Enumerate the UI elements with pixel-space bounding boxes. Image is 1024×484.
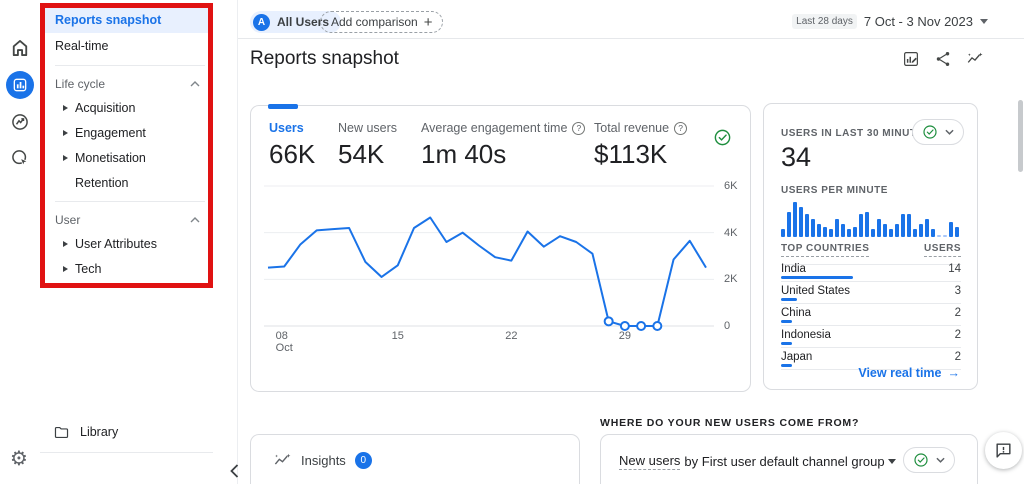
advertising-nav-icon[interactable] bbox=[0, 148, 40, 168]
expand-triangle-icon bbox=[63, 129, 68, 136]
realtime-status-pill[interactable] bbox=[912, 119, 964, 145]
table-row: Indonesia 2 bbox=[781, 326, 961, 348]
kpi-users[interactable]: Users 66K bbox=[269, 121, 315, 170]
table-row: India 14 bbox=[781, 260, 961, 282]
caret-down-icon bbox=[945, 129, 954, 135]
realtime-card: USERS IN LAST 30 MINUTES 34 USERS PER MI… bbox=[763, 103, 978, 390]
table-row: United States 3 bbox=[781, 282, 961, 304]
expand-triangle-icon bbox=[63, 154, 68, 161]
insights-label: Insights bbox=[301, 453, 346, 468]
users-over-time-chart[interactable]: 6K 4K 2K 0 08 Oct 15 22 29 bbox=[264, 180, 751, 362]
header-divider bbox=[237, 38, 1024, 39]
country-value-bar bbox=[781, 276, 853, 279]
plus-icon: + bbox=[423, 13, 433, 31]
new-users-section-heading: WHERE DO YOUR NEW USERS COME FROM? bbox=[600, 417, 860, 429]
insights-icon[interactable] bbox=[966, 50, 984, 68]
share-icon[interactable] bbox=[934, 50, 952, 68]
chevron-up-icon bbox=[190, 81, 200, 87]
caret-down-icon bbox=[980, 19, 988, 24]
sidebar-item-library[interactable]: Library bbox=[40, 420, 225, 444]
users-last-30-min-value: 34 bbox=[781, 142, 812, 172]
sidebar-item-user-attributes[interactable]: User Attributes bbox=[40, 231, 212, 256]
reports-nav-icon[interactable] bbox=[6, 71, 34, 99]
sidebar-divider bbox=[55, 65, 205, 66]
app-icon-rail: ⚙ bbox=[0, 0, 40, 484]
feedback-button[interactable] bbox=[985, 432, 1022, 469]
sidebar-section-user[interactable]: User bbox=[40, 208, 212, 231]
new-users-status-pill[interactable] bbox=[903, 447, 955, 473]
new-users-card: New users by First user default channel … bbox=[600, 434, 978, 484]
admin-gear-icon[interactable]: ⚙ bbox=[10, 449, 28, 469]
realtime-title: USERS IN LAST 30 MINUTES bbox=[781, 128, 931, 139]
sidebar-divider bbox=[40, 452, 213, 453]
insights-count-badge[interactable]: 0 bbox=[354, 452, 372, 469]
add-comparison-button[interactable]: Add comparison + bbox=[320, 11, 444, 33]
report-nav-sidebar: Reports snapshot Real-time Life cycle Ac… bbox=[40, 0, 239, 484]
country-value-bar bbox=[781, 364, 792, 367]
country-value-bar bbox=[781, 342, 792, 345]
sidebar-item-real-time[interactable]: Real-time bbox=[40, 33, 212, 59]
country-value-bar bbox=[781, 320, 792, 323]
date-preset-chip: Last 28 days bbox=[792, 14, 857, 29]
sidebar-item-label: Reports snapshot bbox=[55, 13, 162, 27]
explore-nav-icon[interactable] bbox=[0, 112, 40, 132]
active-metric-indicator bbox=[268, 104, 298, 109]
users-per-minute-label: USERS PER MINUTE bbox=[781, 185, 888, 196]
kpi-total-revenue[interactable]: Total revenue? $113K bbox=[594, 121, 688, 170]
audience-avatar: A bbox=[253, 13, 270, 31]
top-countries-table: India 14 United States 3 China 2 Indones… bbox=[781, 260, 961, 370]
home-icon[interactable] bbox=[0, 38, 40, 58]
sidebar-item-engagement[interactable]: Engagement bbox=[40, 120, 212, 145]
help-icon[interactable]: ? bbox=[674, 121, 688, 135]
chevron-up-icon bbox=[190, 217, 200, 223]
folder-icon bbox=[54, 426, 69, 438]
page-title: Reports snapshot bbox=[250, 48, 399, 69]
sidebar-item-acquisition[interactable]: Acquisition bbox=[40, 95, 212, 120]
collapse-sidebar-icon[interactable] bbox=[230, 464, 239, 478]
check-circle-icon bbox=[914, 453, 928, 467]
users-per-minute-bars[interactable] bbox=[781, 200, 961, 237]
sidebar-divider bbox=[55, 201, 205, 202]
dimension-dropdown[interactable]: New users by First user default channel … bbox=[619, 453, 896, 470]
insights-card: Insights 0 bbox=[250, 434, 580, 484]
sidebar-item-reports-snapshot[interactable]: Reports snapshot bbox=[40, 7, 212, 33]
ga4-reports-snapshot-screen: ⚙ Reports snapshot Real-time Life cycle … bbox=[0, 0, 1024, 484]
sidebar-item-monetisation[interactable]: Monetisation bbox=[40, 145, 212, 170]
sidebar-item-label: Real-time bbox=[55, 39, 109, 53]
kpi-new-users[interactable]: New users 54K bbox=[338, 121, 397, 170]
check-circle-icon bbox=[923, 125, 937, 139]
snapshot-overview-card: Users 66K New users 54K Average engageme… bbox=[250, 105, 751, 392]
sidebar-item-tech[interactable]: Tech bbox=[40, 256, 212, 281]
expand-triangle-icon bbox=[63, 240, 68, 247]
help-icon[interactable]: ? bbox=[572, 121, 586, 135]
data-quality-check-icon[interactable] bbox=[713, 128, 732, 147]
kpi-avg-engagement-time[interactable]: Average engagement time? 1m 40s bbox=[421, 121, 586, 170]
arrow-right-icon: → bbox=[947, 366, 961, 380]
insights-sparkle-icon bbox=[274, 453, 291, 465]
feedback-bubble-icon bbox=[996, 443, 1011, 458]
caret-down-icon bbox=[887, 459, 896, 464]
vertical-scrollbar[interactable] bbox=[1018, 100, 1023, 172]
sidebar-section-life-cycle[interactable]: Life cycle bbox=[40, 72, 212, 95]
sidebar-item-retention[interactable]: Retention bbox=[40, 170, 212, 195]
table-row: China 2 bbox=[781, 304, 961, 326]
expand-triangle-icon bbox=[63, 104, 68, 111]
customize-report-icon[interactable] bbox=[902, 50, 920, 68]
country-value-bar bbox=[781, 298, 798, 301]
x-axis-labels: 08 Oct 15 22 29 bbox=[275, 330, 631, 354]
expand-triangle-icon bbox=[63, 265, 68, 272]
users-line-chart bbox=[264, 185, 714, 331]
date-range-picker[interactable]: Last 28 days 7 Oct - 3 Nov 2023 bbox=[792, 14, 988, 29]
view-real-time-link[interactable]: View real time → bbox=[858, 366, 960, 380]
caret-down-icon bbox=[936, 457, 945, 463]
